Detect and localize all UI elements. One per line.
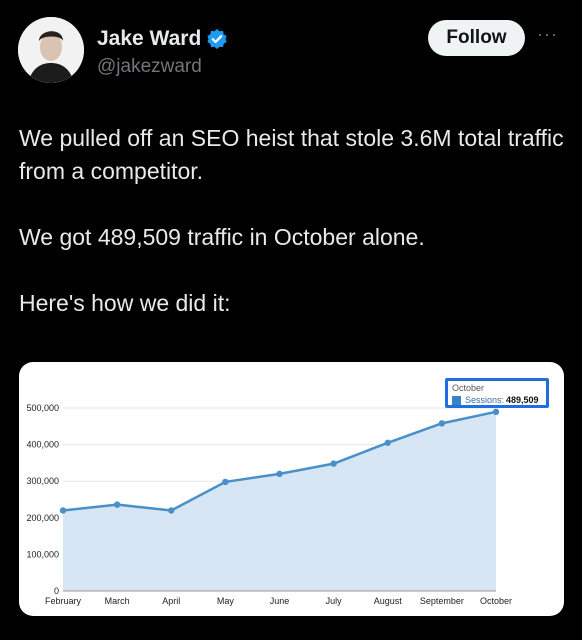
data-point (438, 420, 446, 427)
x-tick-label: February (45, 596, 82, 606)
y-tick-label: 200,000 (26, 513, 59, 523)
x-tick-label: June (270, 596, 290, 606)
x-tick-label: March (105, 596, 130, 606)
tweet-paragraph: Here's how we did it: (19, 290, 231, 316)
verified-badge-icon (207, 29, 227, 49)
x-tick-label: April (162, 596, 180, 606)
tooltip-value: 489,509 (506, 395, 539, 405)
avatar-photo (18, 17, 84, 83)
x-tick-label: July (326, 596, 343, 606)
tooltip-month: October (452, 383, 485, 393)
data-point (330, 460, 337, 467)
tooltip-row: Sessions: 489,509 (452, 395, 542, 405)
y-tick-label: 0 (54, 586, 59, 596)
author-name[interactable]: Jake Ward (97, 27, 201, 51)
x-tick-label: August (374, 596, 403, 606)
avatar[interactable] (18, 17, 84, 83)
data-point (222, 478, 229, 486)
data-point (384, 439, 391, 446)
tooltip-swatch (452, 395, 461, 405)
tweet-paragraph: We pulled off an SEO heist that stole 3.… (19, 125, 564, 184)
y-tick-label: 100,000 (26, 549, 59, 559)
more-options-icon[interactable]: ··· (537, 24, 558, 45)
data-point (276, 470, 283, 478)
data-point (168, 507, 175, 514)
tweet-paragraph: We got 489,509 traffic in October alone. (19, 224, 425, 250)
x-tick-label: May (217, 596, 235, 606)
x-tick-label: October (480, 596, 512, 606)
tweet-media-chart[interactable]: 0 100,000 200,000 300,000 400,000 500,000 Febr… (19, 362, 564, 616)
data-point (492, 408, 500, 416)
y-tick-label: 300,000 (26, 476, 59, 486)
data-point (59, 507, 67, 514)
chart-tooltip: October Sessions: 489,509 (445, 378, 549, 408)
author-handle[interactable]: @jakezward (97, 56, 202, 78)
author-name-row: Jake Ward (97, 27, 228, 51)
data-point (113, 501, 121, 508)
y-tick-label: 400,000 (26, 440, 59, 450)
tooltip-label: Sessions: (465, 395, 505, 405)
y-tick-label: 500,000 (26, 403, 59, 413)
tweet-text: We pulled off an SEO heist that stole 3.… (19, 122, 564, 320)
follow-button[interactable]: Follow (428, 20, 525, 56)
area-fill (63, 411, 496, 591)
x-tick-label: September (420, 596, 464, 606)
